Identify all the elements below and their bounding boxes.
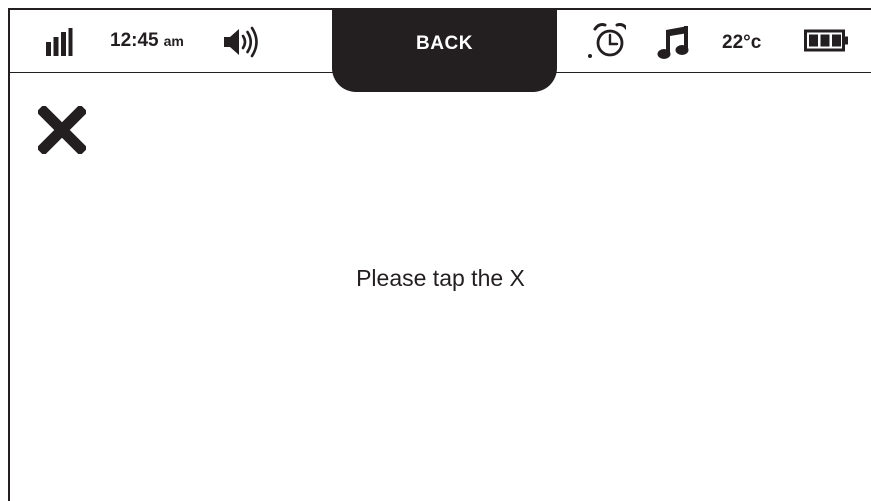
signal-bars-icon	[46, 28, 74, 56]
alarm-clock-icon	[586, 22, 626, 60]
battery-full-icon	[804, 28, 850, 54]
back-button-label: BACK	[416, 33, 473, 54]
close-x-icon[interactable]	[36, 104, 88, 156]
clock: 12:45 am	[110, 26, 184, 56]
status-bar: 12:45 am BACK 22°c	[10, 8, 871, 92]
clock-ampm: am	[163, 33, 184, 49]
instruction-text: Please tap the X	[356, 265, 525, 291]
speaker-volume-icon	[222, 26, 262, 58]
device-screen: 12:45 am BACK 22°c Please tap the X	[8, 8, 871, 501]
clock-time: 12:45	[110, 30, 159, 51]
temperature-readout: 22°c	[722, 32, 762, 53]
back-button[interactable]: BACK	[332, 8, 557, 92]
music-note-icon	[656, 24, 696, 60]
